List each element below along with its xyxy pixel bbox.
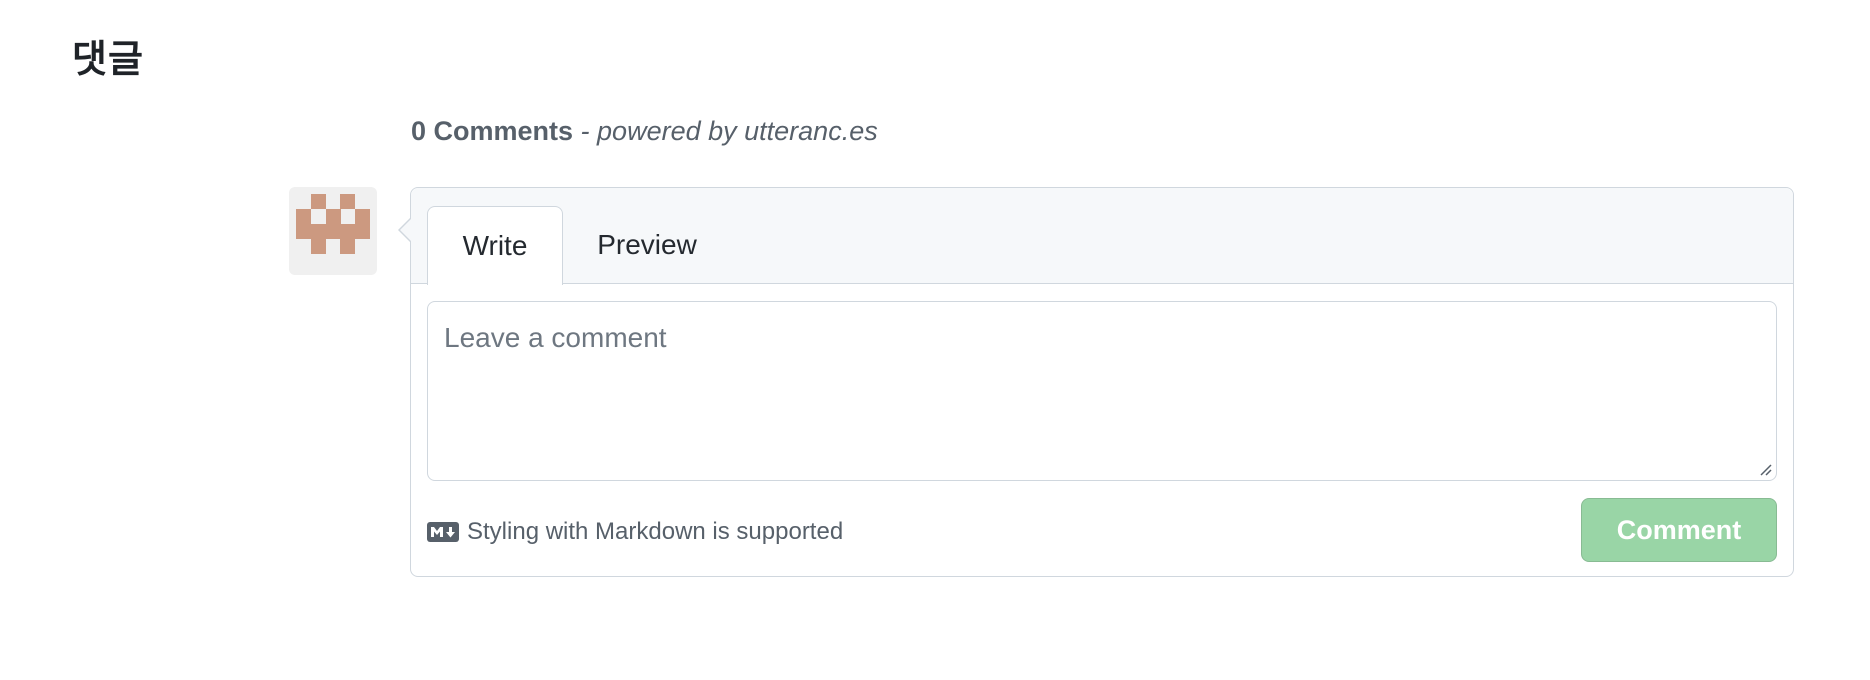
- comment-form: Write Preview Styling with Markdown is s…: [398, 187, 1794, 577]
- comment-submit-button[interactable]: Comment: [1581, 498, 1777, 562]
- powered-by-text: - powered by utteranc.es: [573, 116, 878, 146]
- markdown-note-text: Styling with Markdown is supported: [467, 518, 844, 545]
- markdown-icon: [427, 522, 459, 542]
- avatar: [289, 187, 377, 275]
- markdown-support-note: Styling with Markdown is supported: [427, 518, 843, 546]
- editor-tab-bar: Write Preview: [411, 188, 1793, 285]
- resize-handle-icon[interactable]: [1757, 461, 1773, 477]
- tab-write[interactable]: Write: [427, 206, 563, 285]
- section-heading: 댓글: [72, 37, 144, 81]
- tab-preview[interactable]: Preview: [579, 206, 715, 284]
- comment-count: 0 Comments: [411, 116, 574, 146]
- comment-textarea[interactable]: [427, 301, 1777, 481]
- identicon-avatar-icon: [296, 194, 370, 254]
- comment-count-header: 0 Comments - powered by utteranc.es: [411, 116, 878, 147]
